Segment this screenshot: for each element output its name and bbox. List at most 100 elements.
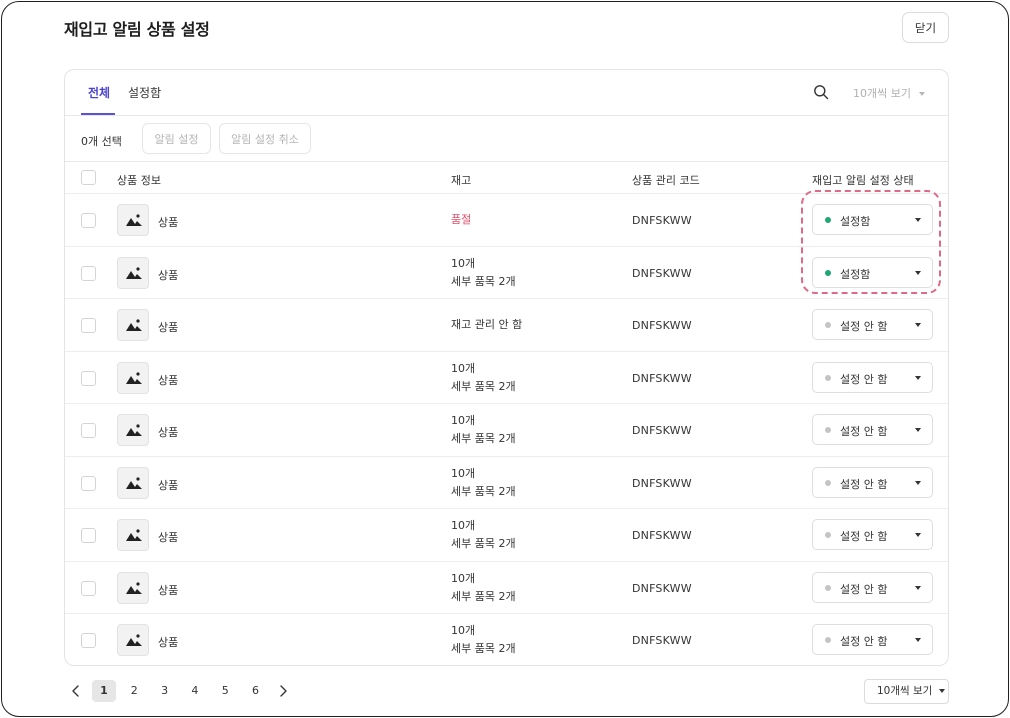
- status-dot: [825, 584, 831, 591]
- search-icon[interactable]: [813, 84, 829, 100]
- alert-status-dropdown[interactable]: 설정함: [812, 204, 933, 235]
- per-page-select-top[interactable]: 10개씩 보기: [853, 85, 925, 101]
- tab-all[interactable]: 전체: [88, 84, 110, 101]
- chevron-down-icon: [915, 480, 921, 485]
- page-1[interactable]: 1: [92, 680, 116, 702]
- set-alert-button[interactable]: 알림 설정: [142, 123, 211, 154]
- product-name: 상품: [158, 583, 179, 597]
- product-thumbnail: [117, 204, 149, 236]
- page-2[interactable]: 2: [122, 680, 146, 702]
- selected-count: 0개 선택: [81, 135, 122, 148]
- product-thumbnail: [117, 624, 149, 656]
- status-label: 설정함: [840, 267, 871, 281]
- row-checkbox[interactable]: [81, 370, 96, 386]
- stock-cell: 10개 세부 품목 2개: [451, 622, 516, 658]
- row-checkbox[interactable]: [81, 423, 96, 438]
- status-dot: [825, 532, 831, 538]
- status-label: 설정 안 함: [840, 477, 888, 491]
- page-3[interactable]: 3: [153, 680, 177, 702]
- stock-value: 10개: [451, 466, 476, 480]
- page-title: 재입고 알림 상품 설정: [64, 20, 210, 39]
- per-page-select-bottom[interactable]: 10개씩 보기: [864, 679, 949, 704]
- chevron-down-icon: [915, 270, 921, 275]
- stock-value: 재고 관리 안 함: [451, 318, 523, 331]
- product-name: 상품: [158, 373, 179, 387]
- alert-status-dropdown[interactable]: 설정 안 함: [812, 571, 933, 603]
- chevron-down-icon: [915, 428, 921, 432]
- product-name: 상품: [158, 478, 179, 492]
- status-dot: [825, 427, 831, 433]
- product-thumbnail: [117, 519, 149, 551]
- stock-value: 10개: [451, 519, 476, 532]
- row-checkbox[interactable]: [81, 528, 96, 543]
- row-checkbox[interactable]: [81, 318, 96, 333]
- alert-status-dropdown[interactable]: 설정 안 함: [812, 519, 933, 550]
- chevron-down-icon: [939, 689, 946, 693]
- product-name: 상품: [158, 321, 179, 334]
- table-row: 상품 10개 세부 품목 2개 DNFSKWW 설정함: [65, 247, 948, 299]
- alert-status-dropdown[interactable]: 설정 안 함: [812, 361, 933, 393]
- status-label: 설정 안 함: [840, 425, 888, 438]
- product-code: DNFSKWW: [632, 476, 692, 490]
- status-label: 설정 안 함: [840, 320, 888, 333]
- page-4[interactable]: 4: [183, 680, 207, 702]
- stock-value: 10개: [451, 624, 476, 637]
- row-checkbox[interactable]: [81, 265, 96, 281]
- image-icon: [126, 319, 142, 331]
- chevron-down-icon: [915, 585, 921, 590]
- row-checkbox[interactable]: [81, 633, 96, 648]
- product-table-card: 전체 설정함 10개씩 보기 0개 선택 알림 설정 알림 설정 취소 상품 정…: [64, 69, 949, 666]
- status-label: 설정함: [840, 215, 871, 228]
- image-icon: [126, 634, 142, 646]
- chevron-right-icon[interactable]: [277, 684, 289, 698]
- stock-value: 품절: [451, 213, 472, 226]
- alert-status-dropdown[interactable]: 설정 안 함: [812, 466, 933, 498]
- status-label: 설정 안 함: [840, 530, 888, 543]
- chevron-down-icon: [915, 533, 921, 537]
- alert-status-dropdown[interactable]: 설정 안 함: [812, 414, 933, 445]
- product-code: DNFSKWW: [632, 581, 692, 595]
- status-dot: [825, 479, 831, 486]
- status-label: 설정 안 함: [840, 372, 888, 386]
- row-checkbox[interactable]: [81, 580, 96, 596]
- stock-detail: 세부 품목 2개: [451, 379, 516, 393]
- tab-enabled[interactable]: 설정함: [128, 84, 161, 101]
- cancel-alert-button[interactable]: 알림 설정 취소: [219, 123, 311, 154]
- stock-detail: 세부 품목 2개: [451, 274, 516, 288]
- page-6[interactable]: 6: [244, 680, 268, 702]
- product-code: DNFSKWW: [632, 266, 692, 280]
- column-product-code: 상품 관리 코드: [632, 174, 700, 187]
- alert-status-dropdown[interactable]: 설정함: [812, 256, 933, 288]
- chevron-down-icon: [915, 218, 921, 222]
- stock-cell: 10개 세부 품목 2개: [451, 412, 516, 448]
- status-dot: [825, 217, 831, 223]
- table-row: 상품 재고 관리 안 함 DNFSKWW 설정 안 함: [65, 299, 948, 352]
- close-button[interactable]: 닫기: [902, 12, 949, 43]
- table-body: 상품 품절 DNFSKWW 설정함 상품 10개 세부 품목 2개 DNFSKW…: [65, 194, 948, 665]
- page-5[interactable]: 5: [213, 680, 237, 702]
- select-all-checkbox[interactable]: [81, 170, 96, 185]
- product-code: DNFSKWW: [632, 319, 692, 332]
- column-stock: 재고: [451, 174, 472, 187]
- stock-value: 10개: [451, 361, 476, 375]
- tab-bar: 전체 설정함 10개씩 보기: [65, 70, 948, 116]
- column-alert-status: 재입고 알림 설정 상태: [812, 174, 914, 187]
- alert-status-dropdown[interactable]: 설정 안 함: [812, 624, 933, 655]
- product-name: 상품: [158, 531, 179, 544]
- product-name: 상품: [158, 216, 179, 229]
- status-label: 설정 안 함: [840, 582, 888, 596]
- stock-detail: 세부 품목 2개: [451, 484, 516, 498]
- row-checkbox[interactable]: [81, 475, 96, 491]
- product-code: DNFSKWW: [632, 529, 692, 542]
- column-product-info: 상품 정보: [117, 174, 161, 187]
- product-thumbnail: [117, 414, 149, 446]
- status-dot: [825, 637, 831, 643]
- row-checkbox[interactable]: [81, 213, 96, 228]
- alert-status-dropdown[interactable]: 설정 안 함: [812, 309, 933, 340]
- table-row: 상품 10개 세부 품목 2개 DNFSKWW 설정 안 함: [65, 614, 948, 665]
- image-icon: [126, 424, 142, 436]
- chevron-down-icon: [915, 375, 921, 380]
- active-tab-indicator: [81, 113, 115, 115]
- chevron-left-icon[interactable]: [70, 684, 82, 698]
- image-icon: [126, 529, 142, 541]
